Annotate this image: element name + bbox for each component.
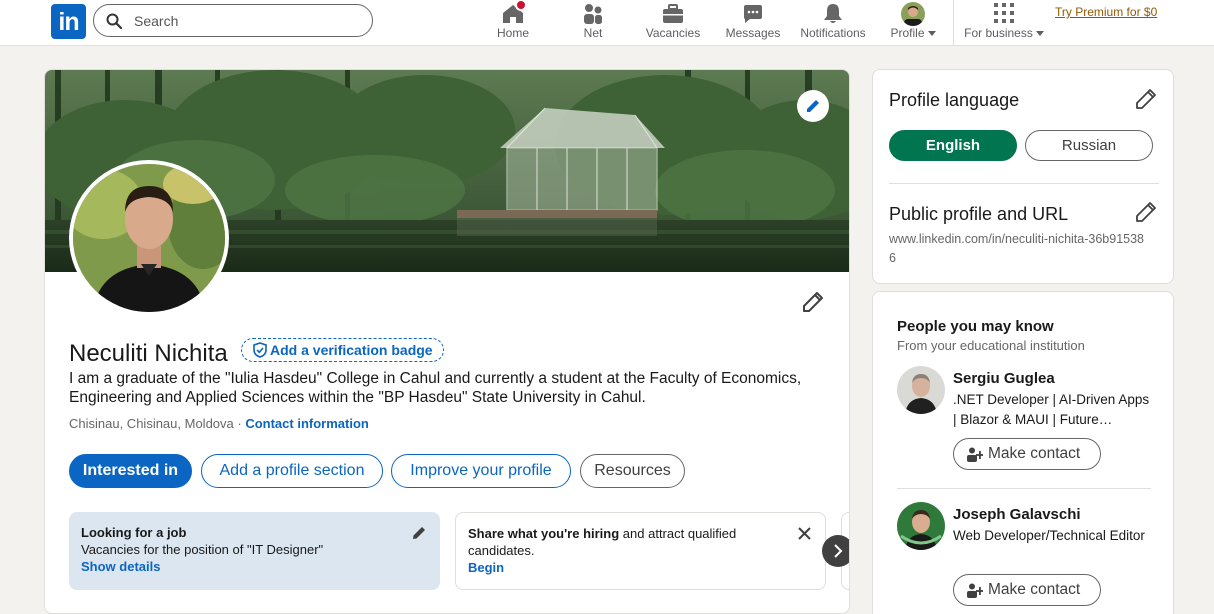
nav-profile[interactable]: Profile (883, 0, 943, 46)
edit-cover-button[interactable] (797, 90, 829, 122)
profile-photo-image (73, 164, 225, 312)
open-to-work-title: Looking for a job (81, 525, 187, 540)
nav-notifications[interactable]: Notifications (795, 0, 871, 46)
chevron-down-icon (1035, 31, 1044, 37)
nav-for-business-label: For business (962, 26, 1046, 40)
person-headline: .NET Developer | AI-Driven Apps | Blazor… (953, 392, 1150, 427)
grid-icon (994, 3, 1014, 23)
make-contact-button[interactable]: Make contact (953, 574, 1101, 606)
contact-information-link[interactable]: Contact information (245, 416, 369, 431)
make-contact-label: Make contact (988, 581, 1081, 598)
nav-profile-label: Profile (883, 26, 943, 40)
nav-home[interactable]: Home (488, 0, 538, 46)
pencil-icon[interactable] (412, 526, 426, 540)
try-premium-link[interactable]: Try Premium for $0 (1055, 5, 1157, 19)
pencil-icon (807, 100, 819, 112)
make-contact-label: Make contact (988, 445, 1081, 462)
linkedin-logo[interactable]: in (51, 4, 86, 39)
person-avatar[interactable] (897, 502, 945, 550)
carousel-next-button[interactable] (822, 535, 849, 567)
search-box[interactable] (93, 4, 373, 37)
top-navigation-bar: in Home Net Vacancies (0, 0, 1214, 46)
public-profile-title: Public profile and URL (889, 204, 1069, 224)
hiring-text: Share what you're hiring and attract qua… (468, 525, 768, 559)
people-subtitle: From your educational institution (897, 338, 1085, 353)
profile-name: Neculiti Nichita (69, 340, 228, 367)
public-profile-url[interactable]: www.linkedin.com/in/neculiti-nichita-36b… (889, 230, 1149, 268)
resources-button[interactable]: Resources (580, 454, 685, 488)
add-person-icon (967, 583, 983, 598)
notification-badge (515, 0, 527, 11)
nav-home-label: Home (496, 26, 529, 40)
add-person-icon (967, 447, 983, 462)
person-avatar[interactable] (897, 366, 945, 414)
person-photo-joseph (897, 502, 945, 550)
interested-in-button[interactable]: Interested in (69, 454, 192, 488)
profile-headline: I am a graduate of the "Iulia Hasdeu" Co… (69, 370, 802, 406)
profile-photo[interactable] (69, 160, 229, 316)
language-option-russian[interactable]: Russian (1025, 130, 1153, 161)
messages-icon (744, 5, 762, 23)
hiring-title: Share what you're hiring (468, 526, 620, 541)
people-you-may-know-card: People you may know From your educationa… (872, 291, 1174, 614)
bell-icon (824, 4, 842, 23)
edit-url-pencil-icon[interactable] (1135, 201, 1157, 223)
language-option-english[interactable]: English (889, 130, 1017, 161)
open-to-work-card[interactable]: Looking for a job Vacancies for the posi… (69, 512, 440, 590)
nav-messages-label: Messages (725, 26, 781, 40)
open-to-work-desc: Vacancies for the position of "IT Design… (81, 542, 324, 557)
profile-language-title: Profile language (889, 90, 1020, 110)
nav-network-label: Net (583, 26, 603, 40)
person-name[interactable]: Joseph Galavschi (953, 506, 1081, 523)
location-separator: · (233, 416, 246, 431)
person-headline: Web Developer/Technical Editor (953, 528, 1145, 543)
profile-card: Neculiti Nichita Add a verification badg… (44, 69, 850, 614)
nav-for-business[interactable]: For business (962, 0, 1046, 46)
search-icon (106, 13, 122, 29)
close-icon[interactable] (798, 527, 811, 540)
briefcase-icon (663, 4, 683, 23)
person-divider (897, 488, 1151, 489)
verification-badge-label: Add a verification badge (270, 342, 433, 358)
shield-check-icon (253, 342, 267, 358)
section-divider (889, 183, 1159, 184)
add-verification-badge-button[interactable]: Add a verification badge (241, 338, 444, 362)
show-details-link[interactable]: Show details (81, 559, 160, 574)
hiring-card[interactable]: Share what you're hiring and attract qua… (455, 512, 826, 590)
network-icon (584, 4, 602, 24)
nav-network[interactable]: Net (568, 0, 618, 46)
chevron-right-icon (834, 544, 843, 558)
nav-divider (953, 0, 954, 46)
profile-language-card: Profile language English Russian Public … (872, 69, 1174, 284)
make-contact-button[interactable]: Make contact (953, 438, 1101, 470)
people-title: People you may know (897, 318, 1054, 335)
nav-vacancies[interactable]: Vacancies (642, 0, 704, 46)
nav-messages[interactable]: Messages (723, 0, 783, 46)
search-input[interactable] (134, 11, 359, 31)
nav-vacancies-label: Vacancies (645, 26, 701, 40)
edit-language-pencil-icon[interactable] (1135, 88, 1157, 110)
profile-location-line: Chisinau, Chisinau, Moldova · Contact in… (69, 416, 369, 431)
begin-link[interactable]: Begin (468, 560, 504, 575)
me-avatar (901, 2, 925, 26)
chevron-down-icon (927, 31, 936, 37)
add-profile-section-button[interactable]: Add a profile section (201, 454, 383, 488)
improve-profile-button[interactable]: Improve your profile (391, 454, 571, 488)
edit-profile-pencil-icon[interactable] (801, 290, 825, 314)
profile-location: Chisinau, Chisinau, Moldova (69, 416, 234, 431)
person-photo-sergiu (897, 366, 945, 414)
nav-notifications-label: Notifications (800, 26, 866, 40)
person-name[interactable]: Sergiu Guglea (953, 370, 1055, 387)
